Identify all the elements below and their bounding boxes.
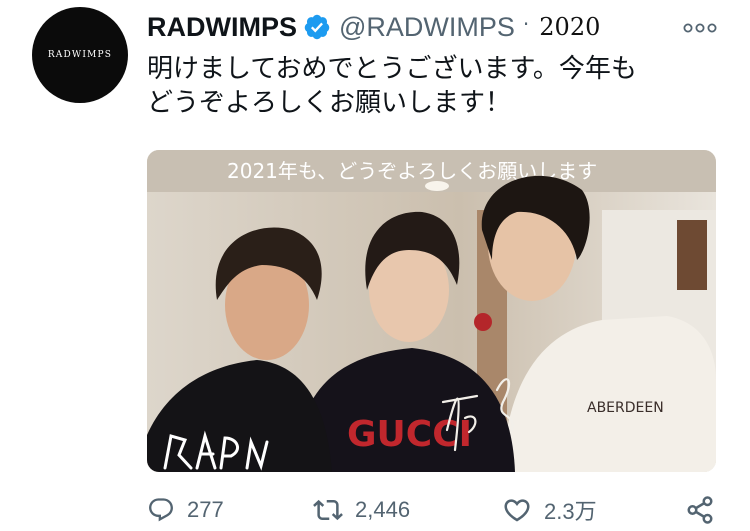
share-button[interactable] <box>685 490 715 530</box>
tweet-header: RADWIMPS @RADWIMPS · 2020 <box>147 8 600 46</box>
wall-picture <box>677 220 707 290</box>
red-balloon <box>474 313 492 331</box>
hoodie-print-text: GUCCI <box>347 414 472 455</box>
more-options-icon[interactable] <box>680 16 720 40</box>
photo-illustration: 2021年も、どうぞよろしくお願いします ABERDEEN GUCCI <box>147 150 716 472</box>
tshirt-print-text: ABERDEEN <box>587 400 664 416</box>
avatar-logo-text: RADWIMPS <box>47 50 113 60</box>
share-icon <box>687 496 713 524</box>
retweet-count: 2,446 <box>355 497 411 522</box>
avatar[interactable]: RADWIMPS <box>32 7 128 103</box>
like-count: 2.3万 <box>544 499 597 524</box>
separator-dot: · <box>522 12 530 36</box>
tweet-date[interactable]: 2020 <box>539 13 600 41</box>
reply-button[interactable]: 277 <box>147 490 224 530</box>
verified-badge-icon <box>303 13 331 41</box>
reply-count: 277 <box>187 497 224 522</box>
heart-icon <box>504 499 530 522</box>
user-handle[interactable]: @RADWIMPS <box>339 12 515 43</box>
like-button[interactable]: 2.3万 <box>502 490 597 530</box>
tweet-photo[interactable]: 2021年も、どうぞよろしくお願いします ABERDEEN GUCCI <box>147 150 716 472</box>
display-name[interactable]: RADWIMPS <box>147 12 297 43</box>
retweet-button[interactable]: 2,446 <box>313 490 410 530</box>
retweet-icon <box>313 499 343 521</box>
reply-icon <box>149 498 173 522</box>
tweet-text: 明けましておめでとうございます。今年も どうぞよろしくお願いします！ <box>147 52 727 120</box>
tweet-text-line-2: どうぞよろしくお願いします！ <box>147 88 512 118</box>
tweet-actions: 277 2,446 2.3万 <box>147 490 727 530</box>
tweet-text-line-1: 明けましておめでとうございます。今年も <box>147 54 637 84</box>
